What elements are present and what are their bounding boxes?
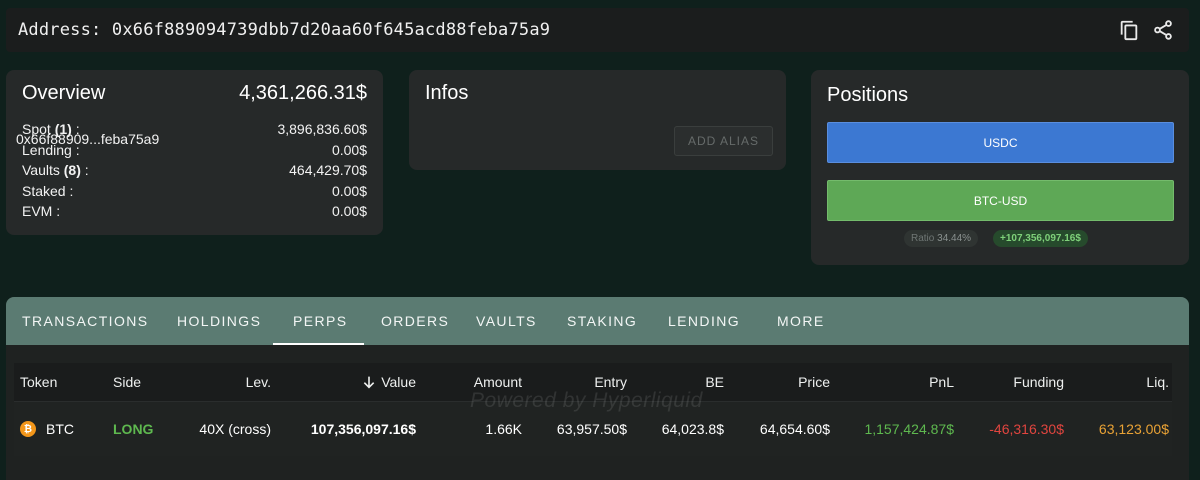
tab-more[interactable]: MORE (777, 297, 825, 345)
tab-perps[interactable]: PERPS (293, 297, 347, 345)
cell-liq: 63,123.00$ (1098, 421, 1169, 437)
table-row[interactable]: ₿ BTC LONG 40X (cross) 107,356,097.16$ 1… (14, 402, 1172, 456)
overview-title: Overview (22, 82, 106, 104)
overview-card: Overview 4,361,266.31$ Spot (1) : 3,896,… (6, 70, 383, 235)
cell-amount: 1.66K (485, 421, 522, 437)
tab-staking[interactable]: STAKING (567, 297, 637, 345)
tab-transactions[interactable]: TRANSACTIONS (22, 297, 148, 345)
tab-lending[interactable]: LENDING (668, 297, 740, 345)
active-tab-indicator (273, 343, 364, 345)
header-be[interactable]: BE (654, 363, 724, 401)
cell-side: LONG (113, 421, 154, 437)
table-header: Token Side Lev. Value Amount Entry BE Pr… (14, 363, 1172, 402)
address-text: Address: 0x66f889094739dbb7d20aa60f645ac… (18, 20, 551, 40)
tab-bar: TRANSACTIONS HOLDINGS PERPS ORDERS VAULT… (6, 297, 1189, 345)
address-bar: Address: 0x66f889094739dbb7d20aa60f645ac… (6, 8, 1189, 52)
tab-vaults[interactable]: VAULTS (476, 297, 537, 345)
overview-row-staked: Staked : 0.00$ (22, 182, 367, 199)
bitcoin-icon: ₿ (20, 421, 36, 437)
share-icon[interactable] (1151, 18, 1175, 42)
header-side[interactable]: Side (113, 363, 141, 401)
header-funding[interactable]: Funding (974, 363, 1064, 401)
infos-short-address: 0x66f88909...feba75a9 (16, 131, 160, 147)
header-entry[interactable]: Entry (544, 363, 627, 401)
tab-holdings[interactable]: HOLDINGS (177, 297, 261, 345)
cell-price: 64,654.60$ (759, 421, 830, 437)
cell-lev: 40X (cross) (199, 421, 271, 437)
overview-row-evm: EVM : 0.00$ (22, 203, 367, 220)
position-bar-btc-usd[interactable]: BTC-USD (827, 180, 1174, 221)
pnl-chip: +107,356,097.16$ (993, 230, 1088, 247)
header-token[interactable]: Token (20, 363, 57, 401)
cell-token: ₿ BTC (20, 402, 74, 456)
arrow-down-icon (363, 376, 375, 389)
header-lev[interactable]: Lev. (194, 363, 271, 401)
tab-orders[interactable]: ORDERS (381, 297, 449, 345)
positions-title: Positions (827, 84, 909, 106)
header-price[interactable]: Price (744, 363, 830, 401)
header-amount[interactable]: Amount (444, 363, 522, 401)
infos-title: Infos (425, 82, 469, 104)
cell-be: 64,023.8$ (661, 421, 724, 437)
header-liq[interactable]: Liq. (1094, 363, 1169, 401)
copy-icon[interactable] (1117, 18, 1141, 42)
cell-pnl: 1,157,424.87$ (864, 421, 954, 437)
add-alias-button[interactable]: ADD ALIAS (674, 126, 773, 156)
position-bar-usdc[interactable]: USDC (827, 122, 1174, 163)
header-pnl[interactable]: PnL (874, 363, 954, 401)
cell-entry: 63,957.50$ (556, 421, 627, 437)
overview-row-vaults: Vaults (8) : 464,429.70$ (22, 162, 367, 179)
ratio-chip: Ratio 34.44% (904, 230, 979, 247)
header-value[interactable]: Value (314, 363, 416, 401)
overview-total: 4,361,266.31$ (239, 82, 367, 104)
cell-value: 107,356,097.16$ (310, 421, 416, 437)
cell-funding: -46,316.30$ (989, 421, 1064, 437)
